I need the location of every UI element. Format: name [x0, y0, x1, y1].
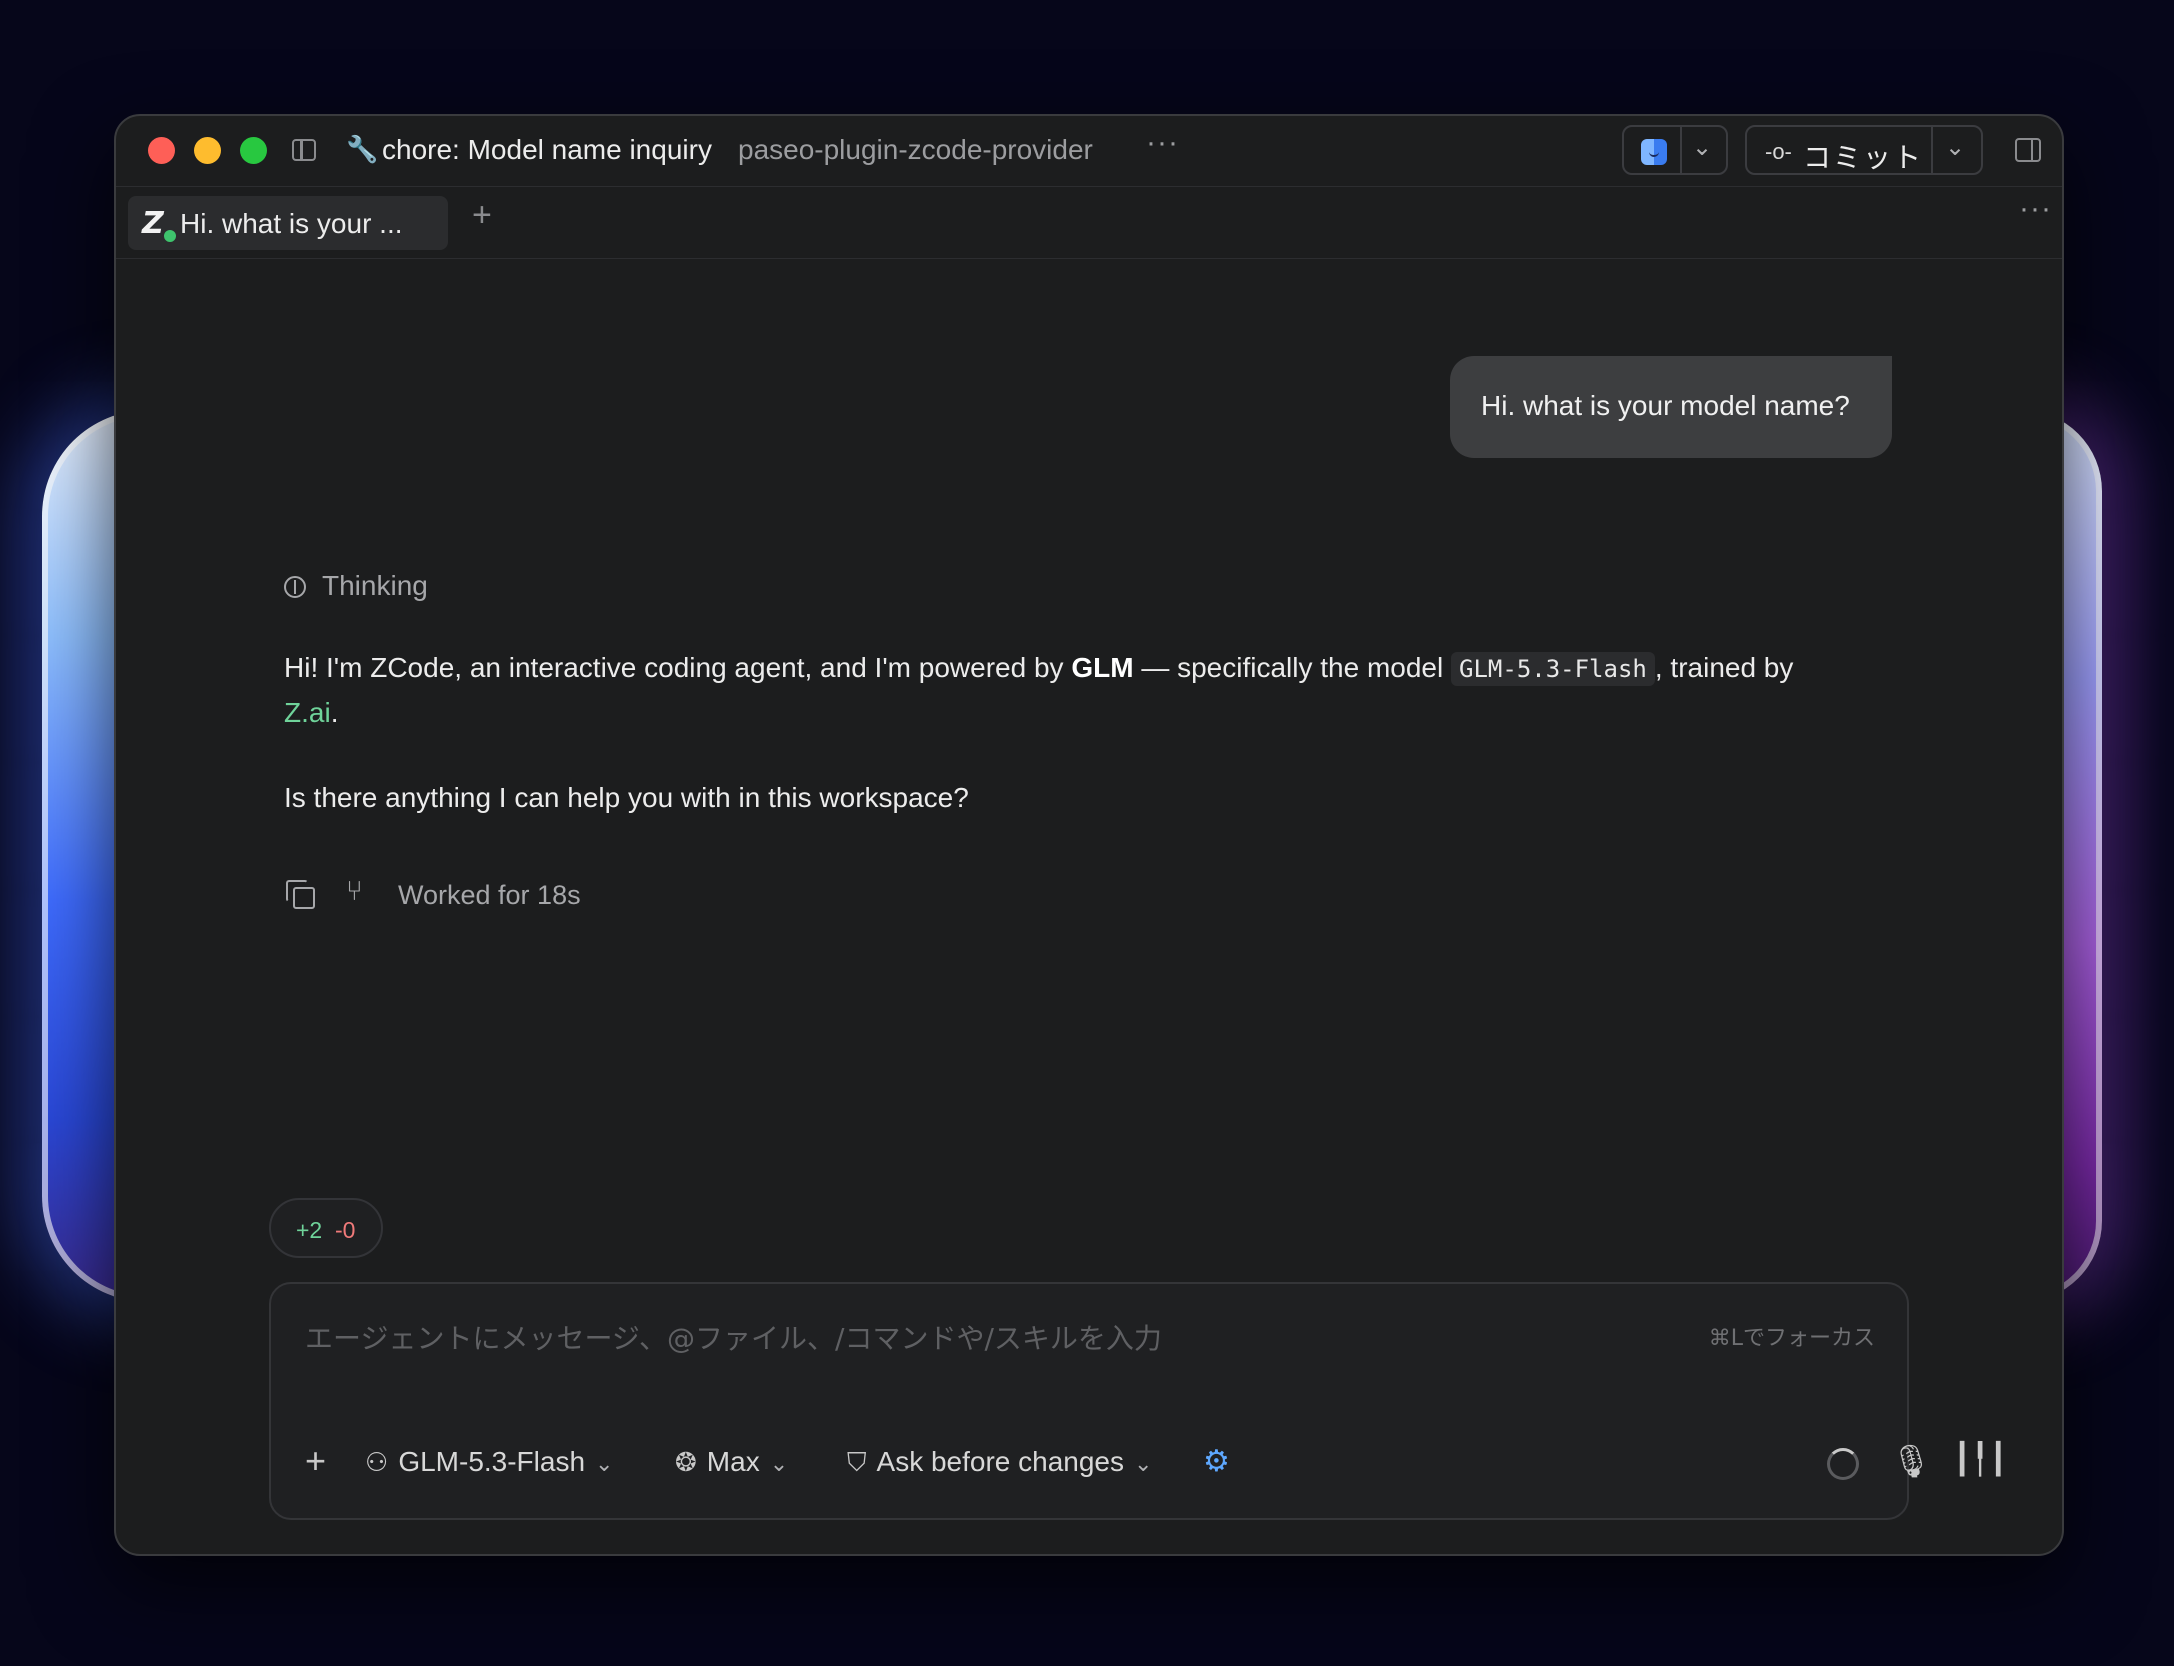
new-tab-button[interactable]: +	[472, 196, 492, 235]
reply-text: .	[330, 697, 339, 728]
chevron-down-icon[interactable]: ⌄	[1945, 133, 1965, 162]
fork-icon[interactable]: ⑂	[346, 874, 363, 907]
commit-button-group: -o- コミット ⌄	[1745, 125, 1983, 175]
finder-icon[interactable]	[1641, 139, 1667, 165]
thinking-label: Thinking	[322, 570, 428, 601]
brain-icon	[284, 576, 306, 598]
diff-stats-badge[interactable]: +2 -0	[269, 1198, 383, 1258]
brain-icon: ❂	[675, 1448, 697, 1478]
divider	[1931, 127, 1933, 173]
model-selector[interactable]: ⚇ GLM-5.3-Flash ⌄	[365, 1446, 613, 1478]
tab-label: Hi. what is your ...	[180, 208, 403, 239]
right-panel-toggle-icon[interactable]	[2015, 138, 2041, 162]
user-message-text: Hi. what is your model name?	[1481, 390, 1850, 421]
shield-icon: ⛉	[847, 1448, 867, 1478]
user-message-bubble: Hi. what is your model name?	[1450, 356, 1892, 458]
reply-text: Hi! I'm ZCode, an interactive coding age…	[284, 652, 1072, 683]
chevron-down-icon[interactable]: ⌄	[1692, 133, 1712, 162]
open-in-finder-group: ⌄	[1622, 125, 1728, 175]
session-title[interactable]: chore: Model name inquiry	[382, 134, 712, 166]
message-input[interactable]	[303, 1312, 1607, 1364]
app-window: 🔧 chore: Model name inquiry paseo-plugin…	[114, 114, 2064, 1556]
permission-label: Ask before changes	[876, 1446, 1125, 1477]
model-code: GLM-5.3-Flash	[1451, 652, 1655, 686]
model-label: GLM-5.3-Flash	[398, 1446, 586, 1477]
thinking-toggle[interactable]: Thinking	[284, 570, 428, 602]
robot-icon: ⚇	[365, 1448, 389, 1478]
copy-icon[interactable]	[286, 880, 315, 909]
title-bar: 🔧 chore: Model name inquiry paseo-plugin…	[116, 116, 2062, 187]
assistant-reply: Hi! I'm ZCode, an interactive coding age…	[284, 646, 1984, 734]
tab-more-icon[interactable]: ···	[2019, 192, 2052, 226]
tab-session[interactable]: Z Hi. what is your ...	[128, 196, 448, 250]
chevron-down-icon: ⌄	[595, 1452, 614, 1477]
reply-text: , trained by	[1654, 652, 1794, 683]
message-composer: ⌘Lでフォーカス + ⚇ GLM-5.3-Flash ⌄ ❂ Max ⌄ ⛉ Ask be…	[269, 1282, 2007, 1520]
close-window-button[interactable]	[148, 137, 175, 164]
tab-bar: Z Hi. what is your ... + ···	[116, 186, 2062, 259]
wrench-icon: 🔧	[346, 134, 379, 164]
lines-removed: -0	[335, 1217, 356, 1243]
chevron-down-icon: ⌄	[1134, 1452, 1153, 1477]
reply-text: — specifically the model	[1133, 652, 1452, 683]
microphone-icon[interactable]: 🎙	[1891, 1442, 1932, 1480]
worked-duration: Worked for 18s	[398, 880, 581, 910]
lines-added: +2	[296, 1217, 323, 1243]
repo-name[interactable]: paseo-plugin-zcode-provider	[738, 134, 1093, 166]
permission-selector[interactable]: ⛉ Ask before changes ⌄	[847, 1446, 1152, 1479]
title-more-icon[interactable]: ···	[1146, 126, 1179, 160]
maximize-window-button[interactable]	[240, 137, 267, 164]
focus-shortcut-hint: ⌘Lでフォーカス	[1708, 1326, 1875, 1351]
settings-sliders-icon[interactable]: ⚙	[1203, 1444, 1230, 1479]
effort-selector[interactable]: ❂ Max ⌄	[675, 1446, 788, 1478]
context-usage-icon[interactable]	[1827, 1448, 1859, 1480]
assistant-followup: Is there anything I can help you with in…	[284, 782, 969, 813]
commit-button[interactable]: コミット	[1803, 136, 1923, 176]
effort-label: Max	[706, 1446, 760, 1477]
minimize-window-button[interactable]	[194, 137, 221, 164]
zai-link[interactable]: Z.ai	[284, 697, 331, 728]
chevron-down-icon: ⌄	[769, 1452, 789, 1477]
divider	[1680, 127, 1682, 173]
status-dot-icon	[162, 228, 178, 244]
reply-bold: GLM	[1071, 652, 1134, 683]
zcode-logo-icon: Z	[142, 206, 164, 241]
sidebar-toggle-icon[interactable]	[292, 139, 316, 161]
commit-icon: -o-	[1765, 139, 1792, 164]
attach-add-button[interactable]: +	[305, 1440, 326, 1482]
voice-mode-icon[interactable]: ┃╿┃	[1953, 1442, 2007, 1477]
